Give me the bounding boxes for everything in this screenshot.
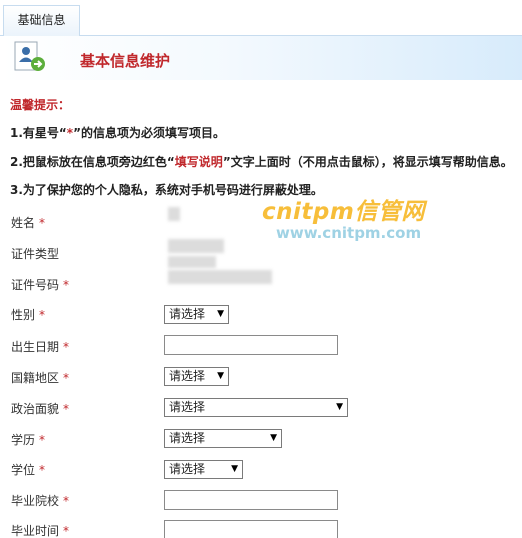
label-graduation-time: 毕业时间 * — [11, 524, 70, 538]
chevron-down-icon: ▼ — [270, 433, 277, 443]
user-card-icon — [14, 41, 45, 71]
section-header: 基本信息维护 — [0, 36, 522, 80]
name-value-redacted — [168, 207, 180, 221]
id-type-value-redacted — [168, 239, 224, 253]
watermark: cnitpm信管网 www.cnitpm.com — [262, 192, 462, 242]
chevron-down-icon: ▼ — [217, 371, 224, 381]
degree-select[interactable]: 请选择 ▼ — [164, 460, 243, 479]
political-status-select[interactable]: 请选择 ▼ — [164, 398, 348, 417]
label-education: 学历 * — [11, 433, 46, 447]
label-school: 毕业院校 * — [11, 494, 70, 508]
education-select[interactable]: 请选择 ▼ — [164, 429, 282, 448]
chevron-down-icon: ▼ — [336, 402, 343, 412]
label-birth-date: 出生日期 * — [11, 340, 70, 354]
tab-basic-info[interactable]: 基础信息 — [3, 5, 80, 37]
label-gender: 性别 * — [11, 308, 46, 322]
page-title: 基本信息维护 — [80, 52, 171, 70]
label-political-status: 政治面貌 * — [11, 402, 70, 416]
tips-title: 温馨提示： — [10, 98, 71, 112]
label-id-type: 证件类型 — [11, 247, 60, 261]
tip-line-1: 1.有星号“*”的信息项为必须填写项目。 — [10, 126, 225, 140]
label-id-number: 证件号码 * — [11, 278, 70, 292]
id-number-value-redacted-1 — [168, 256, 216, 268]
watermark-sub: www.cnitpm.com — [276, 224, 422, 242]
gender-select[interactable]: 请选择 ▼ — [164, 305, 229, 324]
graduation-time-input[interactable] — [164, 520, 338, 538]
label-name: 姓名 * — [11, 216, 46, 230]
chevron-down-icon: ▼ — [231, 464, 238, 474]
tab-bar: 基础信息 — [0, 0, 522, 37]
watermark-main: cnitpm信管网 — [262, 199, 425, 225]
chevron-down-icon: ▼ — [217, 309, 224, 319]
label-nationality: 国籍地区 * — [11, 371, 70, 385]
label-degree: 学位 * — [11, 463, 46, 477]
birth-date-input[interactable] — [164, 335, 338, 355]
nationality-select[interactable]: 请选择 ▼ — [164, 367, 229, 386]
tip-line-2: 2.把鼠标放在信息项旁边红色“填写说明”文字上面时（不用点击鼠标），将显示填写帮… — [10, 155, 513, 169]
id-number-value-redacted-2 — [168, 270, 272, 284]
school-input[interactable] — [164, 490, 338, 510]
